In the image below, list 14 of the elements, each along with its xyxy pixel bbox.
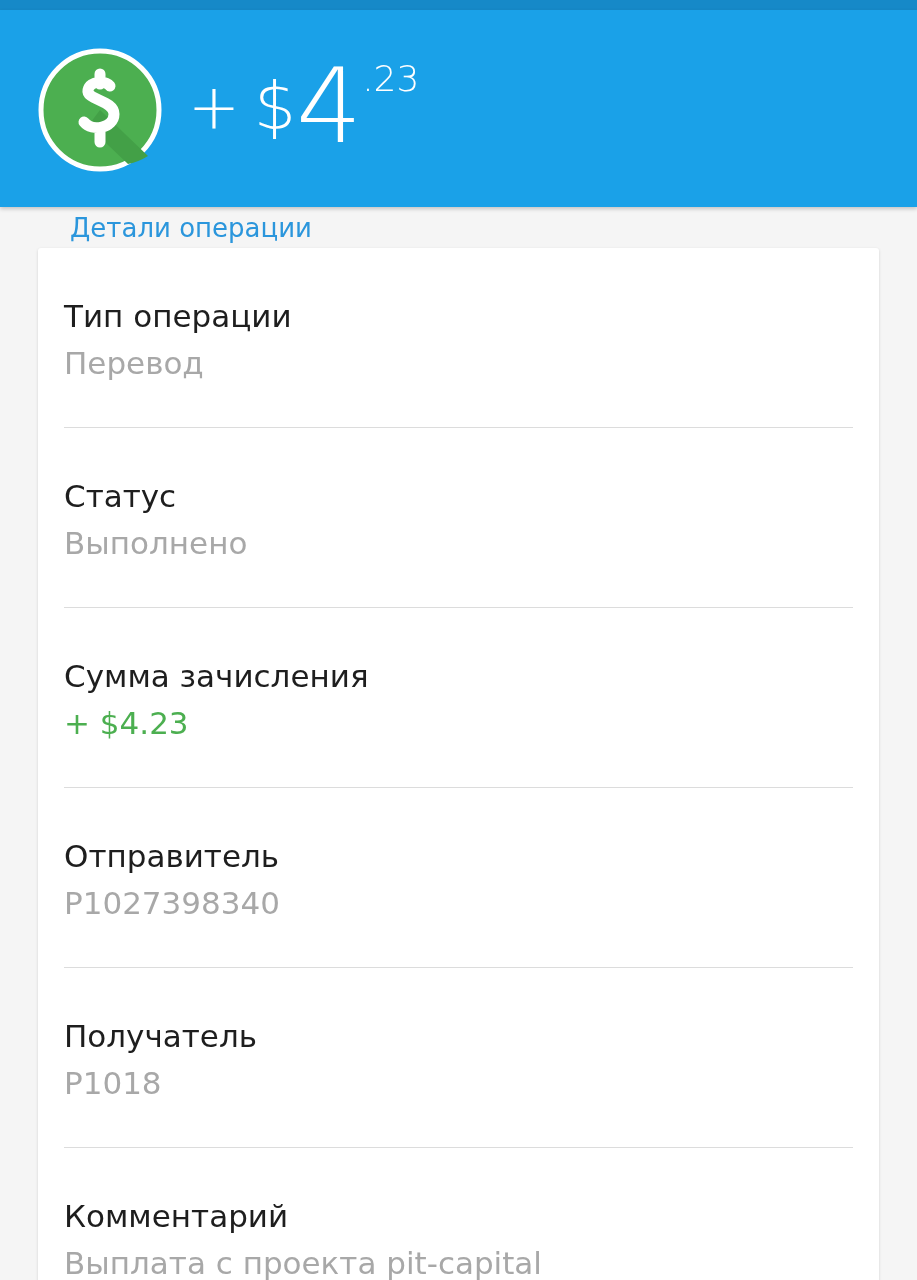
- field-value: Выполнено: [64, 524, 249, 563]
- field-label: Сумма зачисления: [64, 657, 370, 696]
- field-value: P1018: [64, 1064, 163, 1103]
- field-label: Тип операции: [64, 297, 293, 336]
- field-value: P1027398340: [64, 884, 281, 923]
- field-value: Выплата с проекта pit-capital: [64, 1244, 543, 1280]
- field-label: Отправитель: [64, 837, 281, 876]
- field-value: + $4.23: [64, 704, 190, 743]
- field-value: Перевод: [64, 344, 205, 383]
- field-label: Статус: [64, 477, 178, 516]
- section-title: Детали операции: [69, 212, 313, 245]
- dollar-coin-icon: [38, 48, 162, 172]
- field-label: Получатель: [64, 1017, 258, 1056]
- field-label: Комментарий: [64, 1197, 290, 1236]
